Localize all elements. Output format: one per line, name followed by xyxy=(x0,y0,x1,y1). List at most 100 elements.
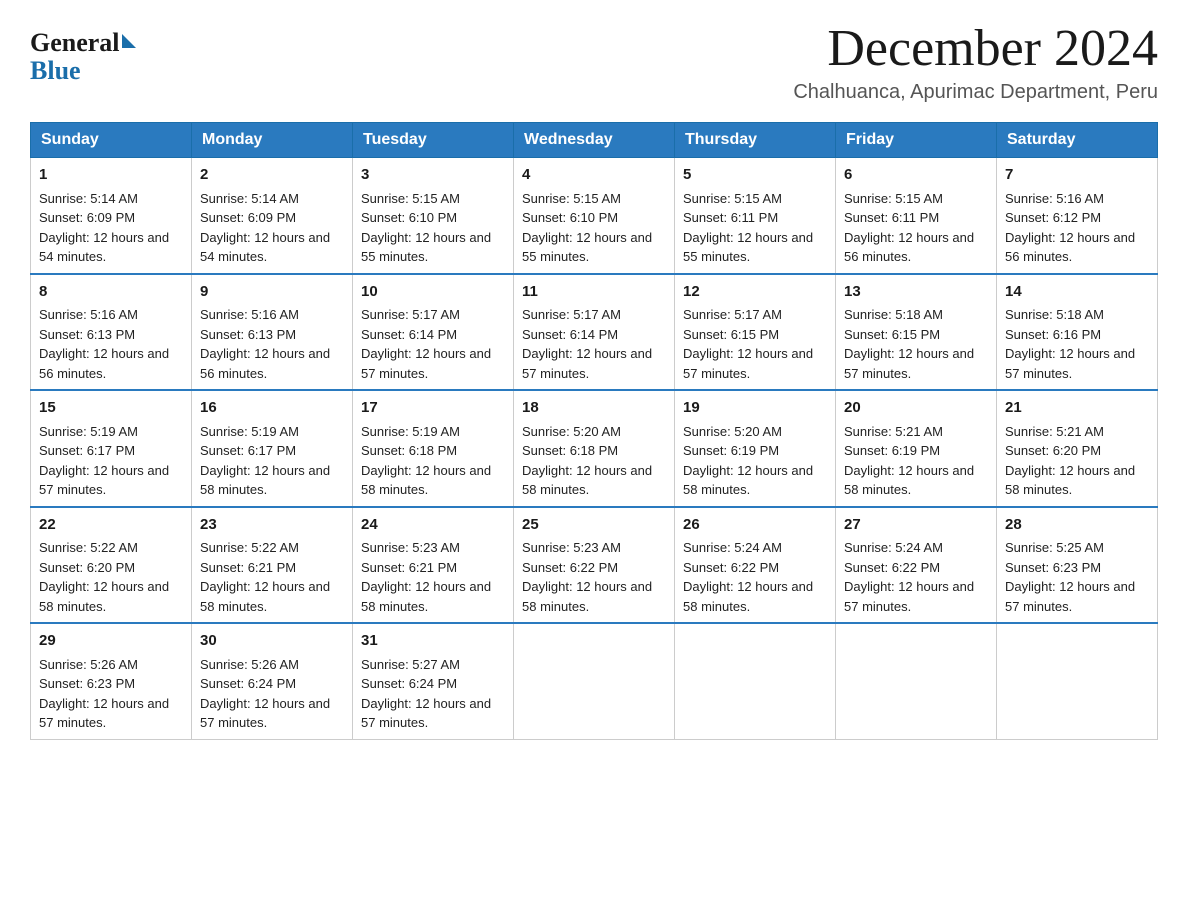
sunrise-label: Sunrise: 5:21 AM xyxy=(844,424,943,439)
daylight-label: Daylight: 12 hours and 58 minutes. xyxy=(1005,463,1135,498)
sunrise-label: Sunrise: 5:24 AM xyxy=(844,540,943,555)
logo-arrow-icon xyxy=(122,34,136,48)
day-number: 11 xyxy=(522,281,666,304)
sunset-label: Sunset: 6:12 PM xyxy=(1005,210,1101,225)
week-row-4: 22 Sunrise: 5:22 AM Sunset: 6:20 PM Dayl… xyxy=(31,507,1158,624)
daylight-label: Daylight: 12 hours and 57 minutes. xyxy=(39,463,169,498)
calendar-cell: 24 Sunrise: 5:23 AM Sunset: 6:21 PM Dayl… xyxy=(353,507,514,624)
sunset-label: Sunset: 6:22 PM xyxy=(683,560,779,575)
location-title: Chalhuanca, Apurimac Department, Peru xyxy=(793,81,1158,104)
day-number: 15 xyxy=(39,397,183,420)
sunrise-label: Sunrise: 5:16 AM xyxy=(1005,191,1104,206)
header-thursday: Thursday xyxy=(675,123,836,158)
sunrise-label: Sunrise: 5:22 AM xyxy=(200,540,299,555)
sunset-label: Sunset: 6:19 PM xyxy=(683,443,779,458)
sunset-label: Sunset: 6:23 PM xyxy=(39,676,135,691)
day-number: 18 xyxy=(522,397,666,420)
calendar-cell: 9 Sunrise: 5:16 AM Sunset: 6:13 PM Dayli… xyxy=(192,274,353,391)
daylight-label: Daylight: 12 hours and 58 minutes. xyxy=(361,579,491,614)
calendar-cell: 16 Sunrise: 5:19 AM Sunset: 6:17 PM Dayl… xyxy=(192,390,353,507)
sunrise-label: Sunrise: 5:19 AM xyxy=(39,424,138,439)
sunset-label: Sunset: 6:21 PM xyxy=(200,560,296,575)
sunset-label: Sunset: 6:21 PM xyxy=(361,560,457,575)
daylight-label: Daylight: 12 hours and 55 minutes. xyxy=(683,230,813,265)
day-number: 2 xyxy=(200,164,344,187)
daylight-label: Daylight: 12 hours and 56 minutes. xyxy=(39,346,169,381)
sunrise-label: Sunrise: 5:21 AM xyxy=(1005,424,1104,439)
sunset-label: Sunset: 6:11 PM xyxy=(683,210,778,225)
day-number: 12 xyxy=(683,281,827,304)
day-number: 19 xyxy=(683,397,827,420)
sunrise-label: Sunrise: 5:14 AM xyxy=(39,191,138,206)
calendar-cell: 19 Sunrise: 5:20 AM Sunset: 6:19 PM Dayl… xyxy=(675,390,836,507)
calendar-cell: 15 Sunrise: 5:19 AM Sunset: 6:17 PM Dayl… xyxy=(31,390,192,507)
day-number: 14 xyxy=(1005,281,1149,304)
daylight-label: Daylight: 12 hours and 58 minutes. xyxy=(39,579,169,614)
daylight-label: Daylight: 12 hours and 57 minutes. xyxy=(39,696,169,731)
sunset-label: Sunset: 6:17 PM xyxy=(200,443,296,458)
logo-general: General xyxy=(30,28,120,57)
daylight-label: Daylight: 12 hours and 58 minutes. xyxy=(844,463,974,498)
calendar-cell: 26 Sunrise: 5:24 AM Sunset: 6:22 PM Dayl… xyxy=(675,507,836,624)
day-number: 22 xyxy=(39,514,183,537)
day-number: 3 xyxy=(361,164,505,187)
day-number: 17 xyxy=(361,397,505,420)
calendar-cell: 7 Sunrise: 5:16 AM Sunset: 6:12 PM Dayli… xyxy=(997,158,1158,274)
sunrise-label: Sunrise: 5:22 AM xyxy=(39,540,138,555)
sunset-label: Sunset: 6:13 PM xyxy=(39,327,135,342)
daylight-label: Daylight: 12 hours and 57 minutes. xyxy=(844,346,974,381)
calendar-cell: 13 Sunrise: 5:18 AM Sunset: 6:15 PM Dayl… xyxy=(836,274,997,391)
sunset-label: Sunset: 6:11 PM xyxy=(844,210,939,225)
sunrise-label: Sunrise: 5:14 AM xyxy=(200,191,299,206)
sunrise-label: Sunrise: 5:15 AM xyxy=(361,191,460,206)
logo-blue: Blue xyxy=(30,56,136,86)
day-number: 27 xyxy=(844,514,988,537)
day-number: 24 xyxy=(361,514,505,537)
day-number: 28 xyxy=(1005,514,1149,537)
sunrise-label: Sunrise: 5:26 AM xyxy=(39,657,138,672)
calendar-cell: 11 Sunrise: 5:17 AM Sunset: 6:14 PM Dayl… xyxy=(514,274,675,391)
calendar-cell xyxy=(514,623,675,739)
daylight-label: Daylight: 12 hours and 58 minutes. xyxy=(522,579,652,614)
day-number: 5 xyxy=(683,164,827,187)
daylight-label: Daylight: 12 hours and 58 minutes. xyxy=(200,579,330,614)
calendar-cell: 1 Sunrise: 5:14 AM Sunset: 6:09 PM Dayli… xyxy=(31,158,192,274)
week-row-1: 1 Sunrise: 5:14 AM Sunset: 6:09 PM Dayli… xyxy=(31,158,1158,274)
daylight-label: Daylight: 12 hours and 58 minutes. xyxy=(522,463,652,498)
calendar-cell xyxy=(836,623,997,739)
day-number: 4 xyxy=(522,164,666,187)
calendar-cell: 8 Sunrise: 5:16 AM Sunset: 6:13 PM Dayli… xyxy=(31,274,192,391)
sunset-label: Sunset: 6:20 PM xyxy=(39,560,135,575)
sunrise-label: Sunrise: 5:26 AM xyxy=(200,657,299,672)
calendar-cell: 29 Sunrise: 5:26 AM Sunset: 6:23 PM Dayl… xyxy=(31,623,192,739)
sunrise-label: Sunrise: 5:19 AM xyxy=(200,424,299,439)
day-number: 30 xyxy=(200,630,344,653)
sunset-label: Sunset: 6:24 PM xyxy=(200,676,296,691)
header-tuesday: Tuesday xyxy=(353,123,514,158)
day-number: 26 xyxy=(683,514,827,537)
sunset-label: Sunset: 6:18 PM xyxy=(361,443,457,458)
sunrise-label: Sunrise: 5:23 AM xyxy=(361,540,460,555)
daylight-label: Daylight: 12 hours and 58 minutes. xyxy=(200,463,330,498)
header-saturday: Saturday xyxy=(997,123,1158,158)
daylight-label: Daylight: 12 hours and 56 minutes. xyxy=(200,346,330,381)
daylight-label: Daylight: 12 hours and 58 minutes. xyxy=(683,579,813,614)
calendar-cell: 14 Sunrise: 5:18 AM Sunset: 6:16 PM Dayl… xyxy=(997,274,1158,391)
day-number: 31 xyxy=(361,630,505,653)
daylight-label: Daylight: 12 hours and 58 minutes. xyxy=(683,463,813,498)
calendar-cell: 31 Sunrise: 5:27 AM Sunset: 6:24 PM Dayl… xyxy=(353,623,514,739)
sunset-label: Sunset: 6:20 PM xyxy=(1005,443,1101,458)
daylight-label: Daylight: 12 hours and 57 minutes. xyxy=(844,579,974,614)
calendar-cell: 21 Sunrise: 5:21 AM Sunset: 6:20 PM Dayl… xyxy=(997,390,1158,507)
calendar-cell: 4 Sunrise: 5:15 AM Sunset: 6:10 PM Dayli… xyxy=(514,158,675,274)
calendar-cell: 30 Sunrise: 5:26 AM Sunset: 6:24 PM Dayl… xyxy=(192,623,353,739)
sunrise-label: Sunrise: 5:19 AM xyxy=(361,424,460,439)
day-number: 10 xyxy=(361,281,505,304)
sunset-label: Sunset: 6:22 PM xyxy=(522,560,618,575)
header-monday: Monday xyxy=(192,123,353,158)
sunrise-label: Sunrise: 5:17 AM xyxy=(683,307,782,322)
sunrise-label: Sunrise: 5:15 AM xyxy=(683,191,782,206)
day-number: 29 xyxy=(39,630,183,653)
calendar-cell xyxy=(997,623,1158,739)
day-number: 1 xyxy=(39,164,183,187)
